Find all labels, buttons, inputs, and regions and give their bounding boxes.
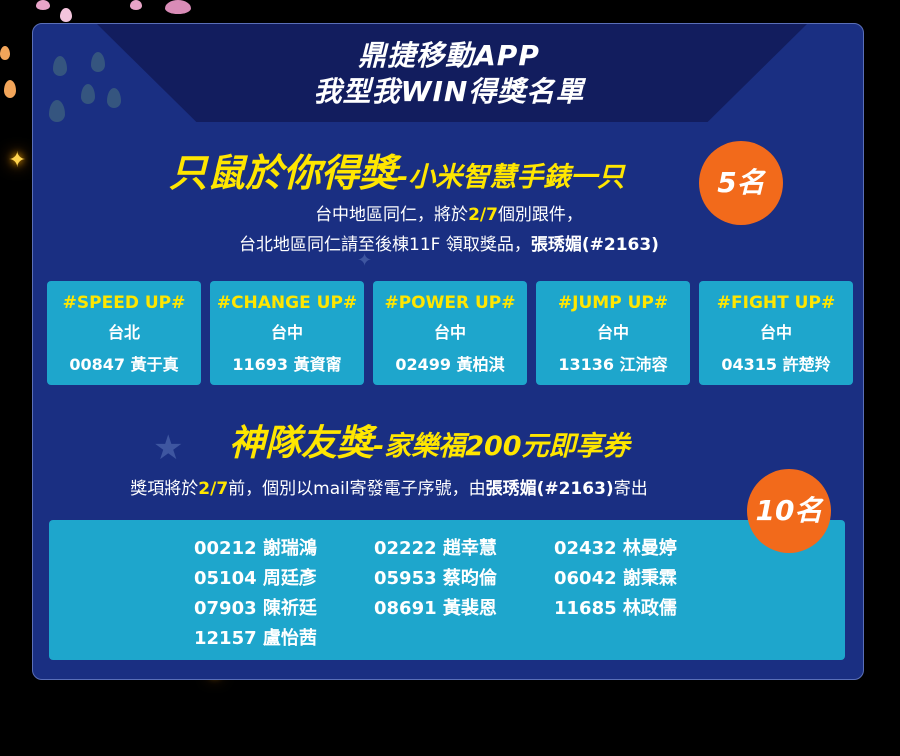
note-contact: 張琇媚(#2163) xyxy=(485,479,614,499)
petal-decoration xyxy=(4,80,16,98)
winners-card: ★ ✦ 鼎捷移動APP 我型我WIN得獎名單 只鼠於你得獎-小米智慧手錶一只 5… xyxy=(32,23,864,680)
team-winner: 00847 黃于真 xyxy=(69,355,179,374)
team-card: #CHANGE UP# 台中 11693 黃資甯 xyxy=(210,281,364,385)
list-item: 02432 林曼婷 xyxy=(554,538,677,559)
prize1-heading-main: 只鼠於你得獎 xyxy=(169,151,398,195)
prize2-heading-main: 神隊友獎 xyxy=(229,423,374,464)
petal-decoration xyxy=(60,8,72,22)
prize1-heading-sub: -小米智慧手錶一只 xyxy=(397,162,625,193)
petal-decoration xyxy=(36,0,50,10)
team-card: #POWER UP# 台中 02499 黃柏淇 xyxy=(373,281,527,385)
team-city: 台中 xyxy=(596,323,629,342)
team-city: 台北 xyxy=(107,323,140,342)
petal-decoration xyxy=(165,0,191,14)
star-icon: ★ xyxy=(153,428,184,468)
prize2-heading: 神隊友獎-家樂福200元即享券 xyxy=(229,414,630,466)
team-city: 台中 xyxy=(270,323,303,342)
list-item: 02222 趙幸慧 xyxy=(374,538,497,559)
team-city: 台中 xyxy=(433,323,466,342)
team-winner: 02499 黃柏淇 xyxy=(395,355,505,374)
prize2-count-badge: 10名 xyxy=(747,469,831,553)
team-winner: 13136 江沛容 xyxy=(558,355,668,374)
note-text: 獎項將於 xyxy=(130,479,199,499)
note-text: 台中地區同仁，將於 xyxy=(315,205,469,225)
star-icon: ✦ xyxy=(8,148,27,173)
team-name: #CHANGE UP# xyxy=(216,293,358,313)
prize2-note: 獎項將於2/7前，個別以mail寄發電子序號，由張琇媚(#2163)寄出 xyxy=(33,474,805,499)
prize2-winners-list: 00212 謝瑞鴻 02222 趙幸慧 02432 林曼婷 05104 周廷彥 … xyxy=(49,520,845,660)
list-item: 12157 盧怡茜 xyxy=(194,628,317,649)
prize1-heading: 只鼠於你得獎-小米智慧手錶一只 xyxy=(169,142,624,197)
prize1-note-line2: 台北地區同仁請至後棟11F 領取獎品，張琇媚(#2163) xyxy=(33,230,863,255)
team-winner: 04315 許楚羚 xyxy=(721,355,831,374)
list-item: 11685 林政儒 xyxy=(554,598,677,619)
list-item: 06042 謝秉霖 xyxy=(554,568,677,589)
team-city: 台中 xyxy=(759,323,792,342)
note-date: 2/7 xyxy=(468,205,498,225)
note-date: 2/7 xyxy=(198,479,229,499)
team-card: #JUMP UP# 台中 13136 江沛容 xyxy=(536,281,690,385)
list-item: 05104 周廷彥 xyxy=(194,568,317,589)
note-text: 台北地區同仁請至後棟11F 領取獎品， xyxy=(239,235,531,255)
team-name: #SPEED UP# xyxy=(62,293,186,313)
page-title-line2: 我型我WIN得獎名單 xyxy=(313,75,585,108)
note-text: 前，個別以mail寄發電子序號，由 xyxy=(228,479,486,499)
team-winner: 11693 黃資甯 xyxy=(232,355,342,374)
prize2-heading-sub: -家樂福200元即享券 xyxy=(373,431,630,462)
team-card: #SPEED UP# 台北 00847 黃于真 xyxy=(47,281,201,385)
team-card: #FIGHT UP# 台中 04315 許楚羚 xyxy=(699,281,853,385)
team-name: #JUMP UP# xyxy=(557,293,669,313)
list-item: 08691 黃裴恩 xyxy=(374,598,497,619)
petal-decoration xyxy=(130,0,142,10)
prize1-note-line1: 台中地區同仁，將於2/7個別跟件， xyxy=(33,200,863,225)
note-text: 個別跟件， xyxy=(497,205,583,225)
team-name: #POWER UP# xyxy=(384,293,516,313)
list-item: 07903 陳祈廷 xyxy=(194,598,317,619)
team-winners-row: #SPEED UP# 台北 00847 黃于真 #CHANGE UP# 台中 1… xyxy=(47,281,853,385)
team-name: #FIGHT UP# xyxy=(716,293,836,313)
page-title-line1: 鼎捷移動APP xyxy=(358,39,540,72)
petal-decoration xyxy=(0,46,10,60)
note-contact: 張琇媚(#2163) xyxy=(530,235,659,255)
note-text: 寄出 xyxy=(613,479,648,499)
list-item: 05953 蔡昀倫 xyxy=(374,568,497,589)
list-item: 00212 謝瑞鴻 xyxy=(194,538,317,559)
